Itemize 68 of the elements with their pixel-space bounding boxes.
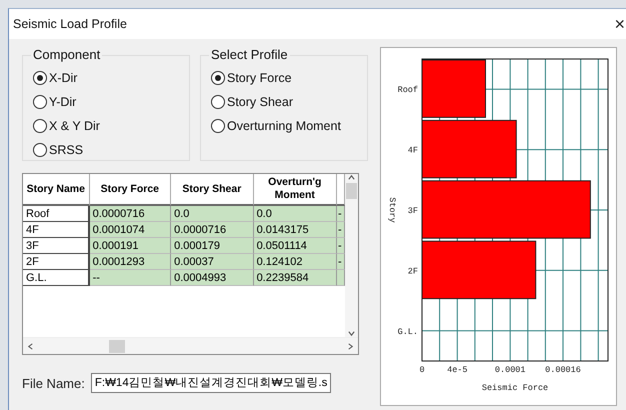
table-cell: 0.0143175 <box>254 222 338 238</box>
horizontal-scrollbar[interactable] <box>23 337 358 354</box>
axis-title: Seismic Force <box>482 383 548 393</box>
row-header: 2F <box>23 254 90 270</box>
group-title: Select Profile <box>209 47 290 62</box>
table-cell: 0.0001293 <box>90 254 172 270</box>
radio-circle[interactable] <box>33 71 47 85</box>
scroll-down-icon[interactable] <box>348 330 355 337</box>
row-header: G.L. <box>23 270 90 286</box>
table-cell: 0.0004993 <box>171 270 254 286</box>
radio-circle[interactable] <box>33 119 47 133</box>
scroll-thumb[interactable] <box>346 183 357 199</box>
table-cell: 0.000191 <box>90 238 172 254</box>
category-label: G.L. <box>398 326 418 337</box>
radio-circle[interactable] <box>33 143 47 157</box>
vertical-scrollbar[interactable] <box>345 174 358 337</box>
row-header: 4F <box>23 222 90 238</box>
table-cell: -- <box>90 270 172 286</box>
tick-label: 0.00016 <box>545 365 581 375</box>
category-label: 2F <box>408 266 418 276</box>
scroll-right-icon[interactable] <box>347 342 354 350</box>
category-label: 3F <box>408 206 418 216</box>
window-title: Seismic Load Profile <box>13 17 127 31</box>
tick-label: 4e-5 <box>447 365 468 375</box>
tick-label: 0.0001 <box>494 365 526 375</box>
radio-label: X & Y Dir <box>49 119 100 133</box>
table-cell: 0.124102 <box>254 254 338 270</box>
radio-label: Y-Dir <box>49 95 76 109</box>
scroll-thumb[interactable] <box>109 340 125 352</box>
axis-title: Story <box>387 197 397 223</box>
radio-label: Story Shear <box>227 95 294 109</box>
table-cell: 0.0 <box>254 206 338 222</box>
table-cell: - <box>337 206 345 222</box>
table-cell: 0.000179 <box>171 238 254 254</box>
radio-circle[interactable] <box>211 71 225 85</box>
category-label: Roof <box>398 85 418 96</box>
file-name-label: File Name: <box>22 376 85 390</box>
column-header: Story Force <box>90 174 172 206</box>
column-header: Story Name <box>23 174 90 206</box>
column-header: Story Shear <box>171 174 254 206</box>
radio-circle[interactable] <box>211 119 225 133</box>
table-cell: 0.0 <box>171 206 254 222</box>
radio-label: X-Dir <box>49 71 78 85</box>
row-header: 3F <box>23 238 90 254</box>
close-button[interactable]: × <box>614 15 625 33</box>
table-cell: 0.2239584 <box>254 270 338 286</box>
table-cell: 0.0001074 <box>90 222 172 238</box>
radio-label: Story Force <box>227 71 292 85</box>
table-cell: 0.0000716 <box>90 206 172 222</box>
radio-label: SRSS <box>49 143 84 157</box>
file-name-field[interactable]: F:₩14김민철₩내진설계경진대회₩모델링.s <box>90 373 332 393</box>
table-cell: 0.00037 <box>171 254 254 270</box>
table-cell: 0.0501114 <box>254 238 338 254</box>
radio-circle[interactable] <box>211 95 225 109</box>
radio-label: Overturning Moment <box>227 119 341 133</box>
table-cell: - <box>337 254 345 270</box>
radio-circle[interactable] <box>33 95 47 109</box>
category-label: 4F <box>408 146 418 156</box>
scroll-left-icon[interactable] <box>27 342 34 350</box>
column-header: Overturn'g Moment <box>254 174 338 206</box>
scroll-up-icon[interactable] <box>348 174 355 181</box>
table-cell: 0.0000716 <box>171 222 254 238</box>
tick-label: 0 <box>419 365 425 375</box>
group-title: Component <box>31 47 102 62</box>
bar <box>422 60 486 118</box>
table-cell: - <box>337 222 345 238</box>
row-header: Roof <box>23 206 90 222</box>
table-cell: - <box>337 238 345 254</box>
